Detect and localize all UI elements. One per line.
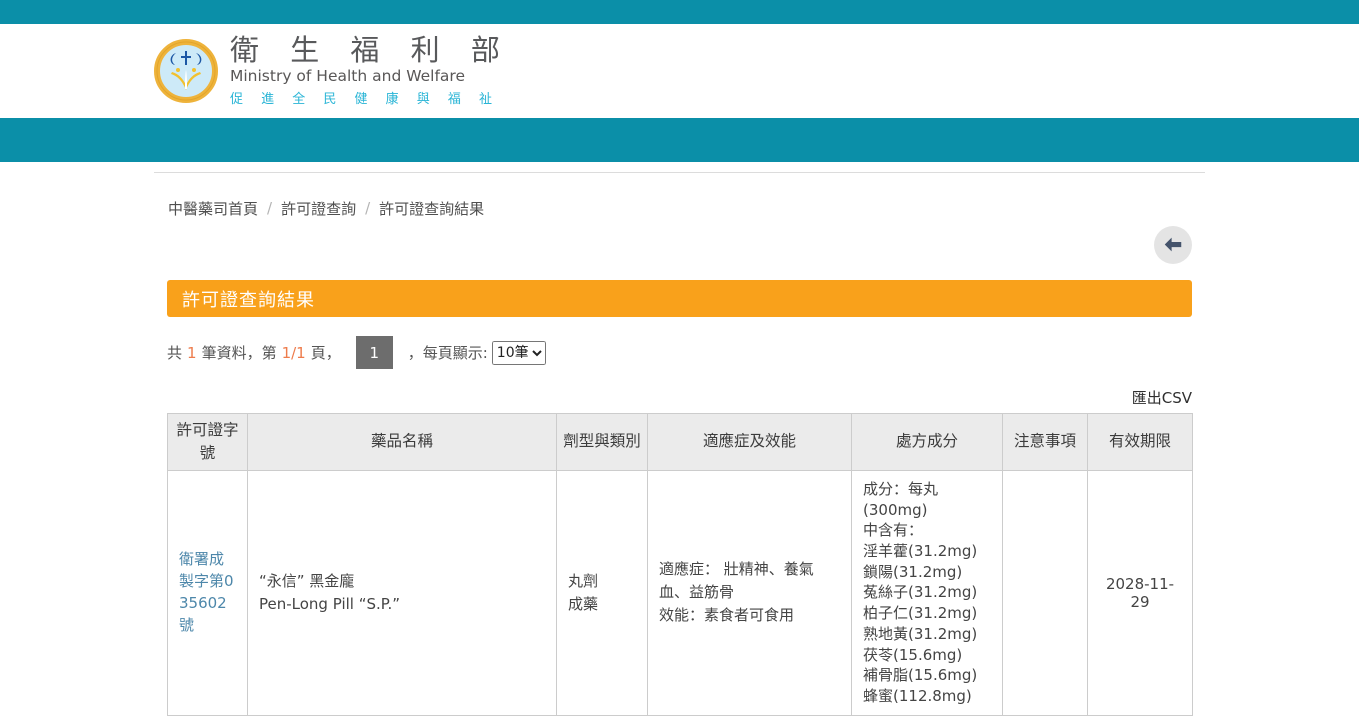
arrow-left-icon [1162,234,1184,256]
indication-text: 適應症： 壯精神、養氣血、益筋骨 [659,558,840,605]
page-title: 許可證查詢結果 [182,286,315,312]
per-page-label: ，每頁顯示: [408,342,488,363]
breadcrumb-separator: / [365,199,370,217]
org-name-zh: 衛 生 福 利 部 [230,35,511,65]
table-row: 衛署成製字第035602號 “永信” 黑金龐 Pen-Long Pill “S.… [168,471,1193,716]
breadcrumb-home-link[interactable]: 中醫藥司首頁 [168,198,258,219]
cell-indications: 適應症： 壯精神、養氣血、益筋骨 效能：素食者可食用 [648,471,852,716]
col-header-dosage-form: 劑型與類別 [557,414,648,471]
breadcrumb-current: 許可證查詢結果 [379,198,484,219]
ingredients-list: 成分：每丸(300mg) 中含有： 淫羊藿(31.2mg) 鎖陽(31.2mg)… [863,479,991,707]
section-title-bar: 許可證查詢結果 [167,280,1192,317]
cell-drug-name: “永信” 黑金龐 Pen-Long Pill “S.P.” [248,471,557,716]
site-header: 衛 生 福 利 部 Ministry of Health and Welfare… [0,24,1359,118]
results-table: 許可證字號 藥品名稱 劑型與類別 適應症及效能 處方成分 注意事項 有效期限 衛… [167,413,1193,716]
breadcrumb-separator: / [267,199,272,217]
cell-dosage-form: 丸劑 成藥 [557,471,648,716]
breadcrumb-query-link[interactable]: 許可證查詢 [281,198,356,219]
back-button[interactable] [1154,226,1192,264]
drug-name-en: Pen-Long Pill “S.P.” [259,593,545,616]
pagination-text: 共 [167,342,182,363]
total-count: 1 [187,344,197,362]
pagination-bar: 共 1 筆資料，第 1/1 頁， 1 ，每頁顯示: 10筆 [167,336,1192,369]
page-indicator: 1/1 [282,344,306,362]
content-container: 中醫藥司首頁 / 許可證查詢 / 許可證查詢結果 許可證查詢結果 共 1 筆資料… [154,172,1205,716]
cell-precautions [1003,471,1088,716]
col-header-drug-name: 藥品名稱 [248,414,557,471]
col-header-expiry: 有效期限 [1088,414,1193,471]
col-header-indications: 適應症及效能 [648,414,852,471]
cell-license-no: 衛署成製字第035602號 [168,471,248,716]
drug-name-zh: “永信” 黑金龐 [259,570,545,593]
pagination-text: 頁， [311,342,341,363]
main-nav-bar [0,118,1359,162]
drug-category: 成藥 [568,593,636,616]
org-slogan: 促 進 全 民 健 康 與 福 祉 [230,88,511,107]
top-teal-bar [0,0,1359,24]
col-header-ingredients: 處方成分 [852,414,1003,471]
per-page-select[interactable]: 10筆 [492,341,546,365]
col-header-precautions: 注意事項 [1003,414,1088,471]
col-header-license-no: 許可證字號 [168,414,248,471]
breadcrumb: 中醫藥司首頁 / 許可證查詢 / 許可證查詢結果 [168,199,1191,217]
mohw-logo-icon [154,39,218,103]
page-1-button[interactable]: 1 [356,336,393,369]
efficacy-text: 效能：素食者可食用 [659,604,840,627]
cell-expiry-date: 2028-11-29 [1088,471,1193,716]
license-number-link[interactable]: 衛署成製字第035602號 [179,550,234,633]
export-csv-link[interactable]: 匯出CSV [1132,389,1192,407]
org-name-en: Ministry of Health and Welfare [230,67,511,85]
table-header-row: 許可證字號 藥品名稱 劑型與類別 適應症及效能 處方成分 注意事項 有效期限 [168,414,1193,471]
cell-ingredients: 成分：每丸(300mg) 中含有： 淫羊藿(31.2mg) 鎖陽(31.2mg)… [852,471,1003,716]
pagination-text: 筆資料，第 [202,342,277,363]
dosage-form: 丸劑 [568,570,636,593]
